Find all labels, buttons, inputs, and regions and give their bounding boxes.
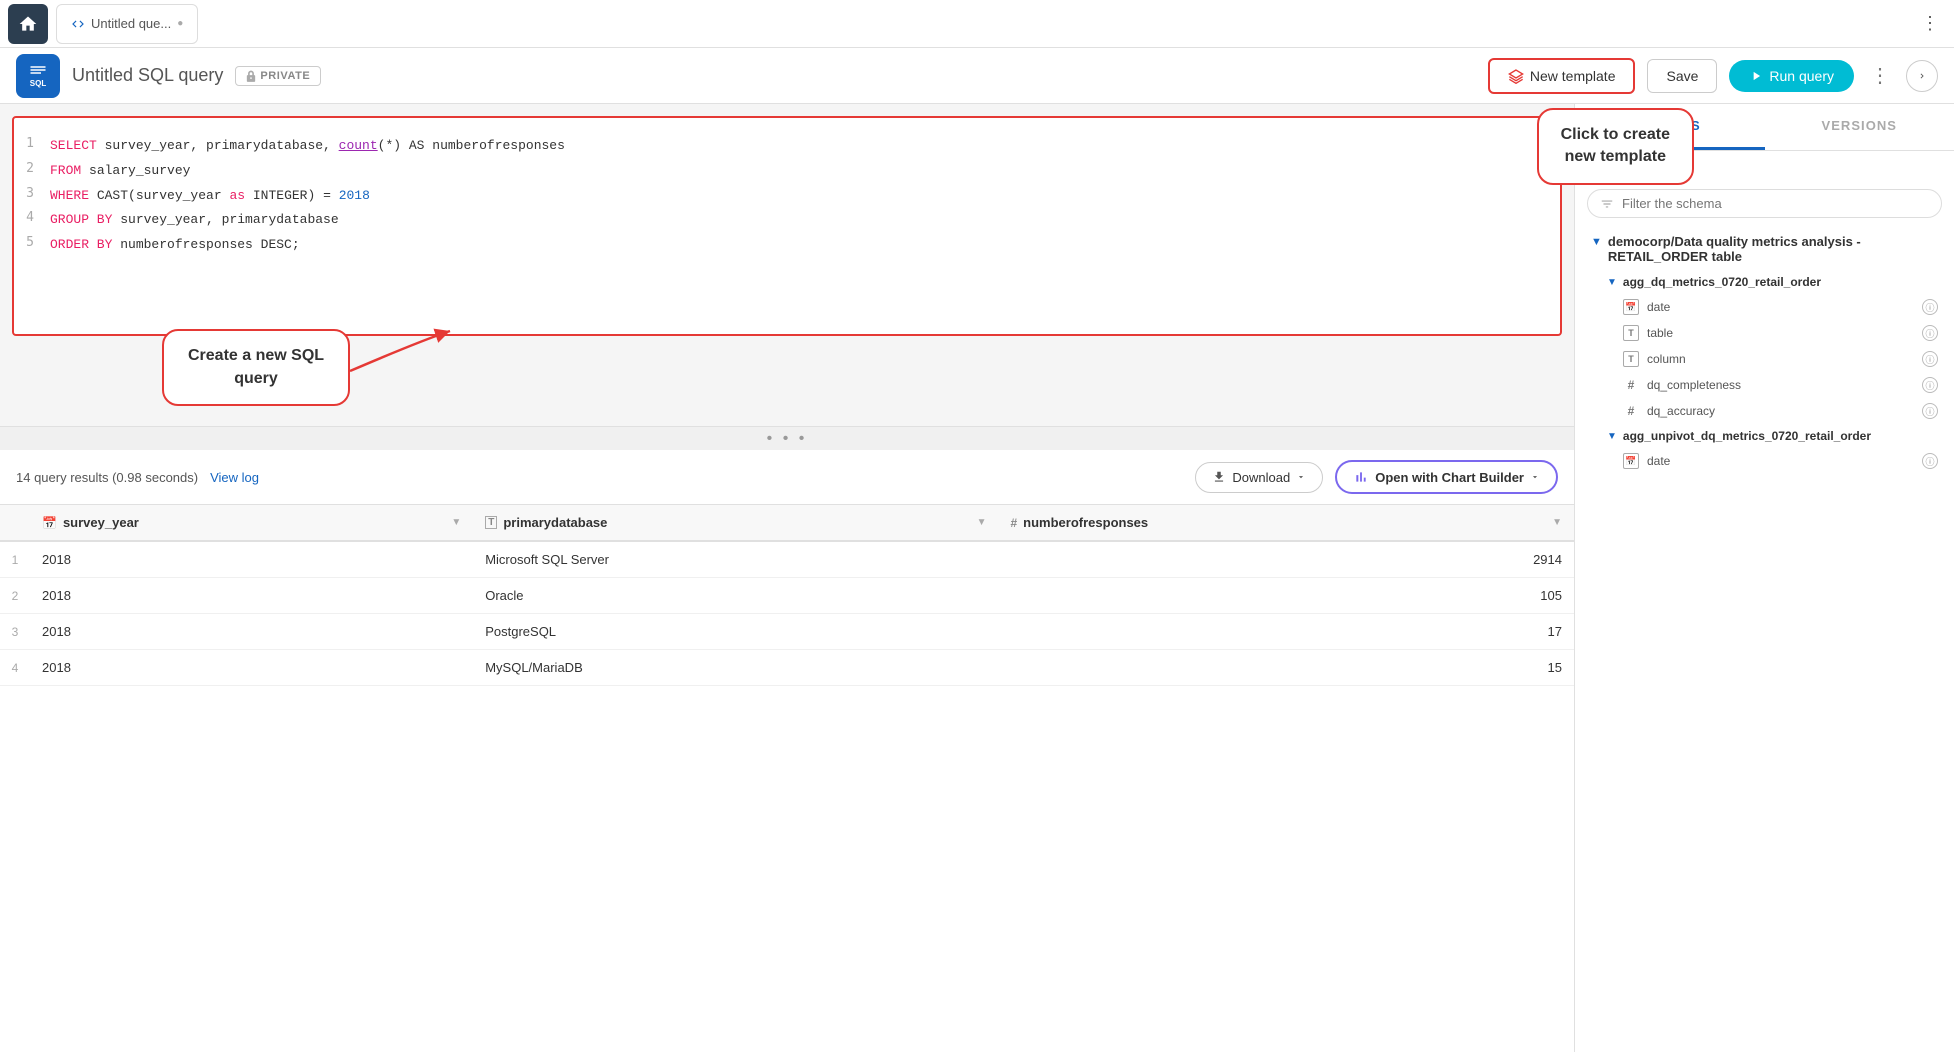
toolbar-chevron-icon[interactable] bbox=[1906, 60, 1938, 92]
schema-group-header-1[interactable]: ▼ democorp/Data quality metrics analysis… bbox=[1579, 228, 1950, 270]
col-header-numberofresponses: # numberofresponses ▼ bbox=[998, 505, 1574, 541]
create-sql-annotation: Create a new SQL query bbox=[162, 329, 350, 406]
results-table: 📅 survey_year ▼ T primarydatabase ▼ bbox=[0, 505, 1574, 1052]
tab-dot: ● bbox=[177, 18, 183, 29]
schema-content: ▼ democorp/Data quality metrics analysis… bbox=[1575, 228, 1954, 1052]
code-line-5: 5 ORDER BY numberofresponses DESC; bbox=[14, 233, 1560, 258]
text-icon: T bbox=[1623, 351, 1639, 367]
results-summary: 14 query results (0.98 seconds) bbox=[16, 470, 198, 485]
info-icon[interactable]: ⓘ bbox=[1922, 403, 1938, 419]
sort-numberofresponses[interactable]: ▼ bbox=[1552, 517, 1562, 528]
code-line-2: 2 FROM salary_survey bbox=[14, 159, 1560, 184]
schema-field-column: T column ⓘ bbox=[1595, 346, 1950, 372]
drag-handle[interactable]: • • • bbox=[0, 426, 1574, 450]
schema-field-date: 📅 date ⓘ bbox=[1595, 294, 1950, 320]
download-button[interactable]: Download bbox=[1195, 462, 1323, 493]
new-template-button[interactable]: New template bbox=[1488, 58, 1636, 94]
schema-field-dq-accuracy: # dq_accuracy ⓘ bbox=[1595, 398, 1950, 424]
table-row: 2 2018 Oracle 105 bbox=[0, 578, 1574, 614]
row-num-header bbox=[0, 505, 30, 541]
schema-tabs: DETAILS VERSIONS bbox=[1575, 104, 1954, 151]
schema-children-1: ▼ agg_dq_metrics_0720_retail_order 📅 dat… bbox=[1579, 270, 1950, 474]
right-panel: DETAILS VERSIONS PROJE... ▼ democorp/Dat… bbox=[1574, 104, 1954, 1052]
private-badge: PRIVATE bbox=[235, 66, 321, 86]
calendar-icon: 📅 bbox=[1623, 453, 1639, 469]
chevron-down-icon: ▼ bbox=[1607, 277, 1617, 288]
table-row: 3 2018 PostgreSQL 17 bbox=[0, 614, 1574, 650]
toolbar: SQL Untitled SQL query PRIVATE New templ… bbox=[0, 48, 1954, 104]
private-label: PRIVATE bbox=[260, 70, 310, 82]
text-icon: T bbox=[1623, 325, 1639, 341]
sort-survey-year[interactable]: ▼ bbox=[451, 517, 461, 528]
filter-icon bbox=[1600, 197, 1614, 211]
project-label: PROJE... bbox=[1575, 151, 1954, 183]
col-header-survey-year: 📅 survey_year ▼ bbox=[30, 505, 473, 541]
query-tab[interactable]: Untitled que... ● bbox=[56, 4, 198, 44]
info-icon[interactable]: ⓘ bbox=[1922, 351, 1938, 367]
top-nav-more-icon[interactable]: ⋮ bbox=[1914, 8, 1946, 40]
info-icon[interactable]: ⓘ bbox=[1922, 325, 1938, 341]
query-title: Untitled SQL query bbox=[72, 65, 223, 86]
table-header-row: 📅 survey_year ▼ T primarydatabase ▼ bbox=[0, 505, 1574, 541]
code-line-3: 3 WHERE CAST(survey_year as INTEGER) = 2… bbox=[14, 184, 1560, 209]
schema-field-date-2: 📅 date ⓘ bbox=[1595, 448, 1950, 474]
filter-bar[interactable] bbox=[1587, 189, 1942, 218]
sql-icon: SQL bbox=[16, 54, 60, 98]
tab-versions[interactable]: VERSIONS bbox=[1765, 104, 1954, 150]
hash-icon: # bbox=[1623, 378, 1639, 392]
schema-filter-input[interactable] bbox=[1622, 196, 1929, 211]
chevron-down-icon: ▼ bbox=[1591, 236, 1602, 248]
schema-subgroup-1[interactable]: ▼ agg_dq_metrics_0720_retail_order bbox=[1595, 270, 1950, 294]
tab-details[interactable]: DETAILS bbox=[1575, 104, 1765, 150]
code-line-4: 4 GROUP BY survey_year, primarydatabase bbox=[14, 208, 1560, 233]
code-editor[interactable]: 1 SELECT survey_year, primarydatabase, c… bbox=[12, 116, 1562, 336]
tab-label: Untitled que... bbox=[91, 16, 171, 31]
schema-subgroup-2[interactable]: ▼ agg_unpivot_dq_metrics_0720_retail_ord… bbox=[1595, 424, 1950, 448]
code-line-1: 1 SELECT survey_year, primarydatabase, c… bbox=[14, 134, 1560, 159]
info-icon[interactable]: ⓘ bbox=[1922, 299, 1938, 315]
schema-field-table: T table ⓘ bbox=[1595, 320, 1950, 346]
annotation-arrow bbox=[340, 321, 460, 381]
schema-subgroup-1-fields: 📅 date ⓘ T table ⓘ T column ⓘ bbox=[1595, 294, 1950, 424]
run-query-button[interactable]: Run query bbox=[1729, 60, 1854, 92]
col-header-primarydatabase: T primarydatabase ▼ bbox=[473, 505, 998, 541]
sort-primarydatabase[interactable]: ▼ bbox=[977, 517, 987, 528]
chevron-down-icon: ▼ bbox=[1607, 431, 1617, 442]
table-row: 4 2018 MySQL/MariaDB 15 bbox=[0, 650, 1574, 686]
left-panel: 1 SELECT survey_year, primarydatabase, c… bbox=[0, 104, 1574, 1052]
info-icon[interactable]: ⓘ bbox=[1922, 453, 1938, 469]
toolbar-more-icon[interactable]: ⋮ bbox=[1870, 63, 1890, 88]
top-nav: Untitled que... ● ⋮ bbox=[0, 0, 1954, 48]
chart-builder-button[interactable]: Open with Chart Builder bbox=[1335, 460, 1558, 494]
save-button[interactable]: Save bbox=[1647, 59, 1717, 93]
hash-icon: # bbox=[1623, 404, 1639, 418]
results-bar: 14 query results (0.98 seconds) View log… bbox=[0, 450, 1574, 505]
schema-subgroup-2-fields: 📅 date ⓘ bbox=[1595, 448, 1950, 474]
calendar-icon: 📅 bbox=[1623, 299, 1639, 315]
schema-field-dq-completeness: # dq_completeness ⓘ bbox=[1595, 372, 1950, 398]
table-row: 1 2018 Microsoft SQL Server 2914 bbox=[0, 541, 1574, 578]
home-button[interactable] bbox=[8, 4, 48, 44]
schema-group-1: ▼ democorp/Data quality metrics analysis… bbox=[1579, 228, 1950, 474]
info-icon[interactable]: ⓘ bbox=[1922, 377, 1938, 393]
main-layout: 1 SELECT survey_year, primarydatabase, c… bbox=[0, 104, 1954, 1052]
view-log-link[interactable]: View log bbox=[210, 470, 259, 485]
